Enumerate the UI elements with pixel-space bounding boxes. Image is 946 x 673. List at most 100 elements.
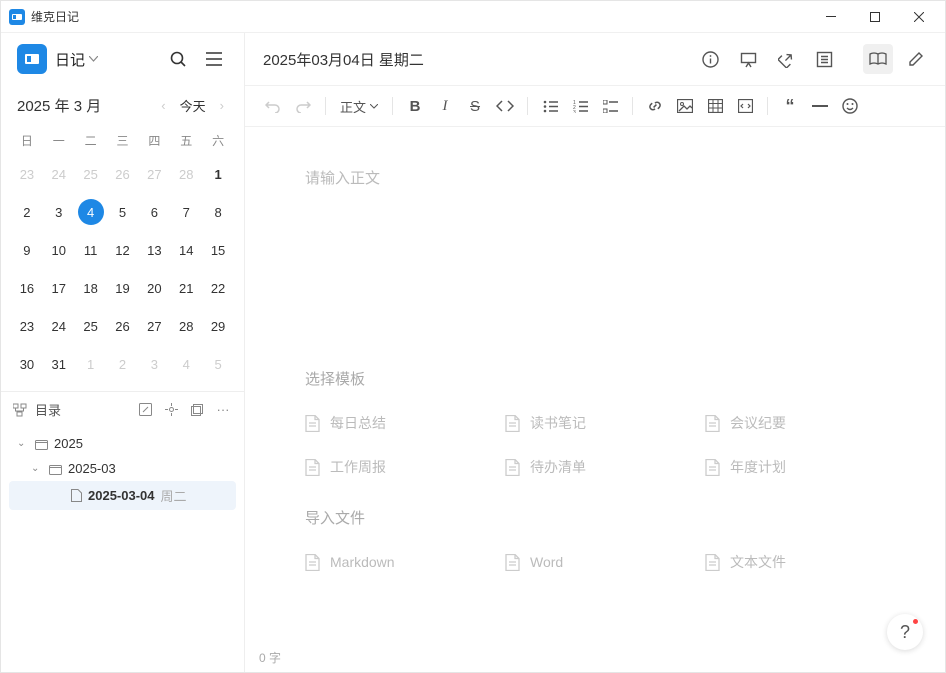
collapse-button[interactable] — [188, 404, 206, 416]
weekday-label: 二 — [75, 126, 107, 155]
calendar-day[interactable]: 5 — [202, 345, 234, 383]
file-icon — [305, 554, 320, 571]
template-item[interactable]: 读书笔记 — [505, 413, 685, 433]
prev-month-button[interactable]: ‹ — [157, 98, 169, 113]
calendar-day[interactable]: 30 — [11, 345, 43, 383]
calendar-day[interactable]: 26 — [107, 307, 139, 345]
import-section-title: 导入文件 — [305, 507, 885, 528]
calendar-day[interactable]: 18 — [75, 269, 107, 307]
calendar-day[interactable]: 16 — [11, 269, 43, 307]
quote-button[interactable]: “ — [776, 92, 804, 120]
calendar-day[interactable]: 10 — [43, 231, 75, 269]
menu-button[interactable] — [200, 45, 228, 73]
calendar-day[interactable]: 28 — [170, 307, 202, 345]
calendar-day[interactable]: 27 — [138, 307, 170, 345]
template-item[interactable]: 工作周报 — [305, 457, 485, 477]
calendar-day[interactable]: 6 — [138, 193, 170, 231]
read-mode-button[interactable] — [863, 44, 893, 74]
editor-body[interactable]: 请输入正文 选择模板 每日总结读书笔记会议纪要工作周报待办清单年度计划 导入文件… — [245, 127, 945, 643]
import-item[interactable]: Word — [505, 552, 685, 572]
calendar-day[interactable]: 1 — [75, 345, 107, 383]
calendar-day[interactable]: 15 — [202, 231, 234, 269]
calendar-day[interactable]: 5 — [107, 193, 139, 231]
calendar-day[interactable]: 2 — [107, 345, 139, 383]
calendar-day[interactable]: 3 — [43, 193, 75, 231]
presentation-button[interactable] — [733, 44, 763, 74]
calendar-day[interactable]: 24 — [43, 155, 75, 193]
calendar-day[interactable]: 2 — [11, 193, 43, 231]
import-item[interactable]: Markdown — [305, 552, 485, 572]
link-button[interactable] — [641, 92, 669, 120]
calendar-day[interactable]: 4 — [75, 193, 107, 231]
calendar-day[interactable]: 24 — [43, 307, 75, 345]
calendar-day[interactable]: 26 — [107, 155, 139, 193]
search-button[interactable] — [164, 45, 192, 73]
calendar-day[interactable]: 12 — [107, 231, 139, 269]
calendar-day[interactable]: 4 — [170, 345, 202, 383]
bullet-list-button[interactable] — [536, 92, 564, 120]
calendar-day[interactable]: 27 — [138, 155, 170, 193]
template-item[interactable]: 年度计划 — [705, 457, 885, 477]
export-button[interactable] — [771, 44, 801, 74]
calendar-day[interactable]: 14 — [170, 231, 202, 269]
task-list-button[interactable] — [596, 92, 624, 120]
calendar-day[interactable]: 31 — [43, 345, 75, 383]
template-item[interactable]: 会议纪要 — [705, 413, 885, 433]
calendar-day[interactable]: 21 — [170, 269, 202, 307]
ordered-list-button[interactable]: 123 — [566, 92, 594, 120]
format-dropdown[interactable]: 正文 — [334, 92, 384, 120]
calendar-day[interactable]: 9 — [11, 231, 43, 269]
edit-mode-button[interactable] — [901, 44, 931, 74]
redo-button[interactable] — [289, 92, 317, 120]
calendar-day[interactable]: 22 — [202, 269, 234, 307]
file-icon — [705, 459, 720, 476]
calendar-day[interactable]: 20 — [138, 269, 170, 307]
calendar-day[interactable]: 8 — [202, 193, 234, 231]
close-button[interactable] — [897, 1, 941, 33]
help-button[interactable]: ? — [887, 614, 923, 650]
table-button[interactable] — [701, 92, 729, 120]
italic-button[interactable]: I — [431, 92, 459, 120]
calendar-day[interactable]: 23 — [11, 307, 43, 345]
tree-year[interactable]: ⌄ 2025 — [9, 431, 236, 456]
tree-day[interactable]: 2025-03-04 周二 — [9, 481, 236, 510]
directory-label: 目录 — [35, 400, 128, 419]
calendar-day[interactable]: 29 — [202, 307, 234, 345]
maximize-button[interactable] — [853, 1, 897, 33]
outline-button[interactable] — [809, 44, 839, 74]
calendar-day[interactable]: 1 — [202, 155, 234, 193]
calendar: 日一二三四五六 23242526272812345678910111213141… — [1, 126, 244, 391]
file-icon — [305, 415, 320, 432]
template-item[interactable]: 待办清单 — [505, 457, 685, 477]
image-button[interactable] — [671, 92, 699, 120]
info-button[interactable] — [695, 44, 725, 74]
divider-button[interactable] — [806, 92, 834, 120]
next-month-button[interactable]: › — [216, 98, 228, 113]
minimize-button[interactable] — [809, 1, 853, 33]
code-button[interactable] — [491, 92, 519, 120]
bold-button[interactable]: B — [401, 92, 429, 120]
calendar-day[interactable]: 17 — [43, 269, 75, 307]
codeblock-button[interactable] — [731, 92, 759, 120]
import-item[interactable]: 文本文件 — [705, 552, 885, 572]
calendar-day[interactable]: 28 — [170, 155, 202, 193]
calendar-day[interactable]: 23 — [11, 155, 43, 193]
diary-dropdown[interactable]: 日记 — [55, 49, 156, 70]
calendar-day[interactable]: 7 — [170, 193, 202, 231]
template-item[interactable]: 每日总结 — [305, 413, 485, 433]
today-button[interactable]: 今天 — [178, 96, 208, 115]
more-button[interactable]: ··· — [214, 402, 232, 417]
calendar-day[interactable]: 3 — [138, 345, 170, 383]
calendar-day[interactable]: 19 — [107, 269, 139, 307]
calendar-day[interactable]: 11 — [75, 231, 107, 269]
emoji-button[interactable] — [836, 92, 864, 120]
strikethrough-button[interactable]: S — [461, 92, 489, 120]
undo-button[interactable] — [259, 92, 287, 120]
calendar-day[interactable]: 25 — [75, 307, 107, 345]
file-icon — [505, 554, 520, 571]
calendar-day[interactable]: 25 — [75, 155, 107, 193]
locate-button[interactable] — [162, 403, 180, 416]
tree-month[interactable]: ⌄ 2025-03 — [9, 456, 236, 481]
calendar-day[interactable]: 13 — [138, 231, 170, 269]
edit-button[interactable] — [136, 403, 154, 416]
